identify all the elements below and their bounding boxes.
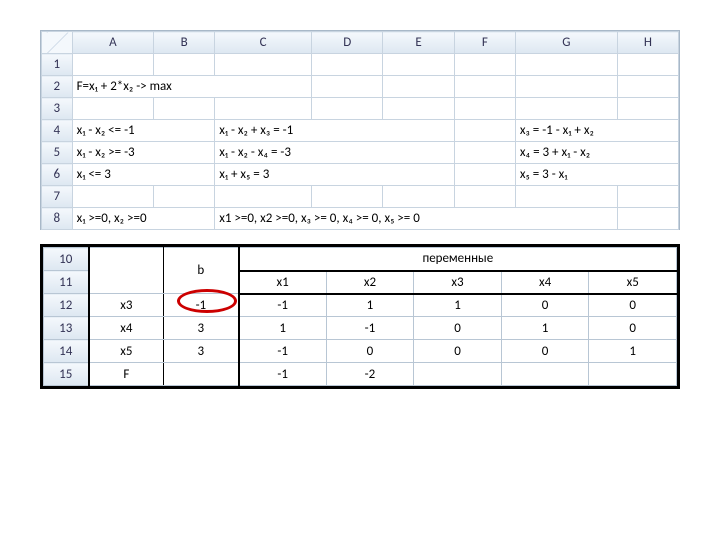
cell-F-x4[interactable] bbox=[501, 363, 589, 386]
cell-12-x1[interactable]: -1 bbox=[239, 294, 327, 317]
row-header-1[interactable]: 1 bbox=[42, 54, 73, 76]
cell-F-x3[interactable] bbox=[414, 363, 502, 386]
basis-14[interactable]: x5 bbox=[89, 340, 164, 363]
col-header-C[interactable]: C bbox=[215, 32, 312, 54]
basis-column-spare[interactable] bbox=[89, 248, 164, 294]
select-all-corner[interactable] bbox=[42, 32, 73, 54]
b-12[interactable]: -1 bbox=[164, 294, 239, 317]
col-header-F[interactable]: F bbox=[454, 32, 515, 54]
col-header-H[interactable]: H bbox=[617, 32, 678, 54]
cell-C6[interactable]: x₁ + x₅ = 3 bbox=[215, 164, 455, 186]
cell-A4[interactable]: x₁ - x₂ <= -1 bbox=[72, 120, 215, 142]
cell-C5[interactable]: x₁ - x₂ - x₄ = -3 bbox=[215, 142, 455, 164]
var-header-x1[interactable]: x1 bbox=[239, 271, 327, 294]
row-header-2[interactable]: 2 bbox=[42, 76, 73, 98]
row-header-8[interactable]: 8 bbox=[42, 208, 73, 230]
b-header[interactable]: b bbox=[164, 248, 239, 294]
cell-12-x5[interactable]: 0 bbox=[589, 294, 677, 317]
row-header-13[interactable]: 13 bbox=[44, 317, 89, 340]
cell-A8[interactable]: x₁ >=0, x₂ >=0 bbox=[72, 208, 215, 230]
cell-A1[interactable] bbox=[72, 54, 154, 76]
cell-C4[interactable]: x₁ - x₂ + x₃ = -1 bbox=[215, 120, 455, 142]
basis-F[interactable]: F bbox=[89, 363, 164, 386]
simplex-tableau: 10 b переменные 11 x1 x2 x3 x4 x5 12 x3 … bbox=[40, 244, 680, 389]
row-header-11[interactable]: 11 bbox=[44, 271, 89, 294]
cell-G5[interactable]: x₄ = 3 + x₁ - x₂ bbox=[515, 142, 678, 164]
cell-G4[interactable]: x₃ = -1 - x₁ + x₂ bbox=[515, 120, 678, 142]
grid-bottom[interactable]: 10 b переменные 11 x1 x2 x3 x4 x5 12 x3 … bbox=[43, 247, 677, 386]
var-header-x4[interactable]: x4 bbox=[501, 271, 589, 294]
cell-14-x5[interactable]: 1 bbox=[589, 340, 677, 363]
row-header-12[interactable]: 12 bbox=[44, 294, 89, 317]
grid-top[interactable]: A B C D E F G H 1 2 F=x₁ + 2*x₂ -> max 3… bbox=[41, 31, 679, 230]
spreadsheet-bottom-wrap: 10 b переменные 11 x1 x2 x3 x4 x5 12 x3 … bbox=[40, 244, 680, 389]
cell-14-x3[interactable]: 0 bbox=[414, 340, 502, 363]
cell-13-x2[interactable]: -1 bbox=[326, 317, 414, 340]
row-header-3[interactable]: 3 bbox=[42, 98, 73, 120]
col-header-D[interactable]: D bbox=[312, 32, 383, 54]
var-header-x2[interactable]: x2 bbox=[326, 271, 414, 294]
row-header-15[interactable]: 15 bbox=[44, 363, 89, 386]
row-header-10[interactable]: 10 bbox=[44, 248, 89, 271]
col-header-E[interactable]: E bbox=[383, 32, 454, 54]
b-F[interactable] bbox=[164, 363, 239, 386]
cell-14-x1[interactable]: -1 bbox=[239, 340, 327, 363]
row-header-6[interactable]: 6 bbox=[42, 164, 73, 186]
cell-F-x2[interactable]: -2 bbox=[326, 363, 414, 386]
cell-13-x4[interactable]: 1 bbox=[501, 317, 589, 340]
row-header-14[interactable]: 14 bbox=[44, 340, 89, 363]
cell-12-x2[interactable]: 1 bbox=[326, 294, 414, 317]
cell-F-x5[interactable] bbox=[589, 363, 677, 386]
col-header-A[interactable]: A bbox=[72, 32, 154, 54]
cell-F-x1[interactable]: -1 bbox=[239, 363, 327, 386]
cell-C8[interactable]: x1 >=0, x2 >=0, x₃ >= 0, x₄ >= 0, x₅ >= … bbox=[215, 208, 618, 230]
basis-13[interactable]: x4 bbox=[89, 317, 164, 340]
cell-A2[interactable]: F=x₁ + 2*x₂ -> max bbox=[72, 76, 311, 98]
cell-14-x4[interactable]: 0 bbox=[501, 340, 589, 363]
basis-12[interactable]: x3 bbox=[89, 294, 164, 317]
var-header-x5[interactable]: x5 bbox=[589, 271, 677, 294]
cell-A6[interactable]: x₁ <= 3 bbox=[72, 164, 215, 186]
col-header-G[interactable]: G bbox=[515, 32, 617, 54]
cell-G6[interactable]: x₅ = 3 - x₁ bbox=[515, 164, 678, 186]
vars-header[interactable]: переменные bbox=[239, 248, 677, 271]
cell-12-x4[interactable]: 0 bbox=[501, 294, 589, 317]
cell-13-x3[interactable]: 0 bbox=[414, 317, 502, 340]
cell-14-x2[interactable]: 0 bbox=[326, 340, 414, 363]
row-header-5[interactable]: 5 bbox=[42, 142, 73, 164]
var-header-x3[interactable]: x3 bbox=[414, 271, 502, 294]
col-header-B[interactable]: B bbox=[154, 32, 215, 54]
b-13[interactable]: 3 bbox=[164, 317, 239, 340]
cell-13-x1[interactable]: 1 bbox=[239, 317, 327, 340]
b-14[interactable]: 3 bbox=[164, 340, 239, 363]
row-header-4[interactable]: 4 bbox=[42, 120, 73, 142]
cell-13-x5[interactable]: 0 bbox=[589, 317, 677, 340]
row-header-7[interactable]: 7 bbox=[42, 186, 73, 208]
cell-12-x3[interactable]: 1 bbox=[414, 294, 502, 317]
cell-A5[interactable]: x₁ - x₂ >= -3 bbox=[72, 142, 215, 164]
spreadsheet-top: A B C D E F G H 1 2 F=x₁ + 2*x₂ -> max 3… bbox=[40, 30, 680, 230]
